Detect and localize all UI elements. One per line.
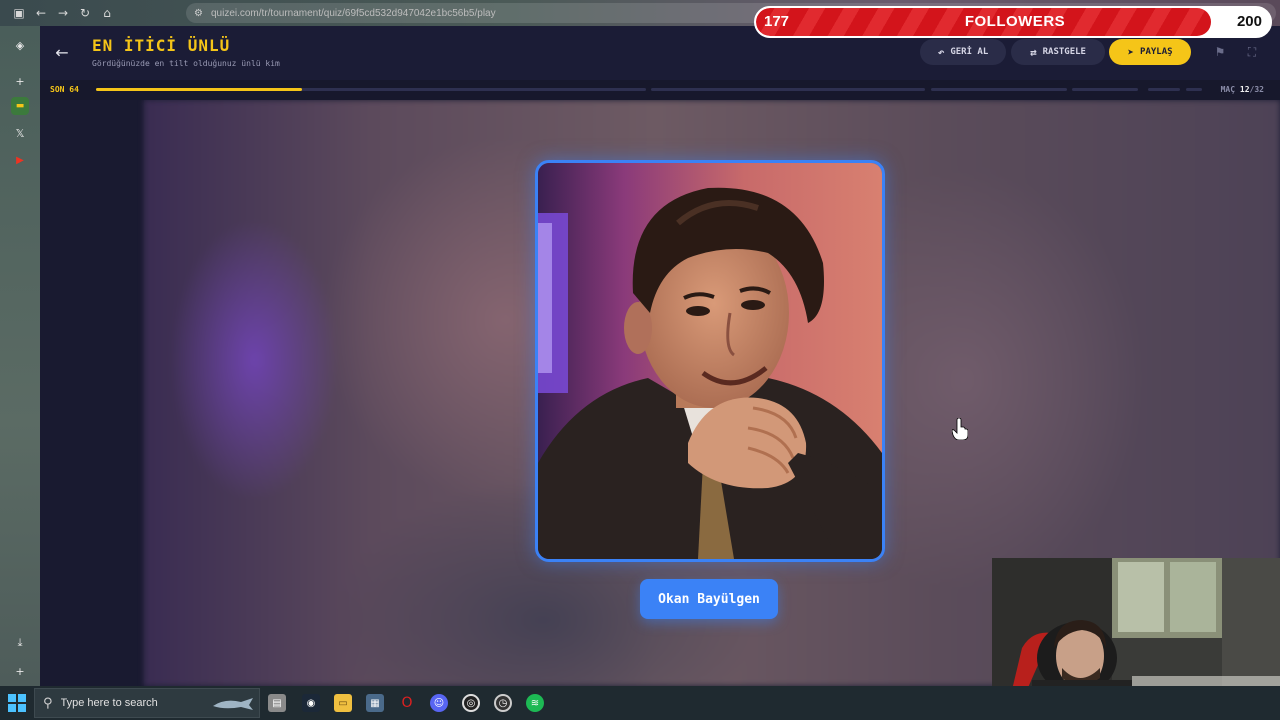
taskbar-search[interactable]: ⚲ [34, 688, 260, 718]
random-button[interactable]: ⇄ RASTGELE [1011, 39, 1105, 65]
forward-icon[interactable]: → [53, 3, 73, 23]
opera-icon[interactable]: O [398, 694, 416, 712]
progress-segment [1148, 88, 1180, 91]
hand-cursor-icon [952, 418, 968, 440]
match-prefix: MAÇ [1220, 85, 1236, 94]
progress-segment [1186, 88, 1202, 91]
contestant-name-button[interactable]: Okan Bayülgen [640, 579, 778, 619]
followers-goal-bar: 177 FOLLOWERS 200 [754, 6, 1272, 38]
share-label: PAYLAŞ [1140, 47, 1173, 57]
windows-start-icon[interactable] [8, 694, 26, 712]
yellow-app-icon[interactable]: ▬ [11, 97, 29, 115]
left-panel [40, 100, 144, 686]
undo-button[interactable]: ↶ GERİ AL [920, 39, 1006, 65]
quiz-title: EN İTİCİ ÜNLÜ [92, 36, 231, 55]
home-icon[interactable]: ⌂ [97, 3, 117, 23]
back-arrow-icon[interactable]: ← [52, 42, 72, 62]
discord-icon[interactable]: ☺ [430, 694, 448, 712]
progress-fill [96, 88, 303, 91]
share-button[interactable]: ➤ PAYLAŞ [1109, 39, 1191, 65]
extension-icon[interactable]: ◈ [11, 36, 29, 54]
task-view-icon[interactable]: ▤ [268, 694, 286, 712]
undo-label: GERİ AL [950, 47, 989, 57]
file-explorer-icon[interactable]: ▭ [334, 694, 352, 712]
download-icon[interactable]: ⤓ [11, 634, 29, 652]
portrait-image [538, 163, 882, 559]
match-total: 32 [1254, 85, 1264, 94]
browser-sidebar: ◈ + ▬ 𝕏 ▶ ⤓ + [0, 26, 40, 686]
random-label: RASTGELE [1042, 47, 1086, 57]
reload-icon[interactable]: ↻ [75, 3, 95, 23]
add-icon[interactable]: + [11, 72, 29, 90]
progress-track [96, 88, 646, 91]
shuffle-icon: ⇄ [1030, 45, 1037, 59]
webcam-image [992, 558, 1280, 690]
search-icon: ⚲ [43, 695, 53, 711]
calculator-icon[interactable]: ▦ [366, 694, 384, 712]
back-icon[interactable]: ← [31, 3, 51, 23]
steam-icon[interactable]: ◉ [302, 694, 320, 712]
shark-search-highlight-icon [212, 698, 253, 710]
round-label: SON 64 [50, 85, 79, 94]
followers-goal: 200 [1236, 13, 1262, 30]
fullscreen-icon[interactable]: ⛶ [1242, 42, 1262, 62]
site-info-icon[interactable]: ⚙ [194, 8, 203, 19]
taskbar-search-input[interactable] [60, 697, 211, 709]
tournament-progress: SON 64 MAÇ 12/32 [40, 80, 1280, 100]
obs-icon[interactable]: ◎ [462, 694, 480, 712]
followers-label: FOLLOWERS [964, 13, 1066, 30]
windows-taskbar: ⚲ ▤ ◉ ▭ ▦ O ☺ ◎ ◷ ≋ [0, 686, 1280, 720]
match-current: 12 [1239, 85, 1250, 94]
undo-icon: ↶ [937, 45, 945, 59]
match-counter: MAÇ 12/32 [1221, 85, 1264, 94]
webcam-overlay [992, 558, 1280, 690]
contestant-photo[interactable] [535, 160, 885, 562]
youtube-icon[interactable]: ▶ [11, 151, 29, 169]
send-icon: ➤ [1127, 45, 1135, 59]
spotify-icon[interactable]: ≋ [526, 694, 544, 712]
x-icon[interactable]: 𝕏 [11, 124, 29, 142]
plus-icon[interactable]: + [11, 662, 29, 680]
flag-icon[interactable]: ⚑ [1210, 42, 1230, 62]
sidebar-toggle-icon[interactable]: ▣ [9, 3, 29, 23]
screen: ▣ ← → ↻ ⌂ ⚙ quizei.com/tr/tournament/qui… [0, 0, 1280, 720]
quiz-subtitle: Gördüğünüzde en tilt olduğunuz ünlü kim [92, 59, 280, 68]
progress-segment [931, 88, 1067, 91]
clock-app-icon[interactable]: ◷ [494, 694, 512, 712]
progress-segment [1072, 88, 1138, 91]
progress-segment [651, 88, 925, 91]
url-text: quizei.com/tr/tournament/quiz/69f5cd532d… [210, 7, 496, 19]
